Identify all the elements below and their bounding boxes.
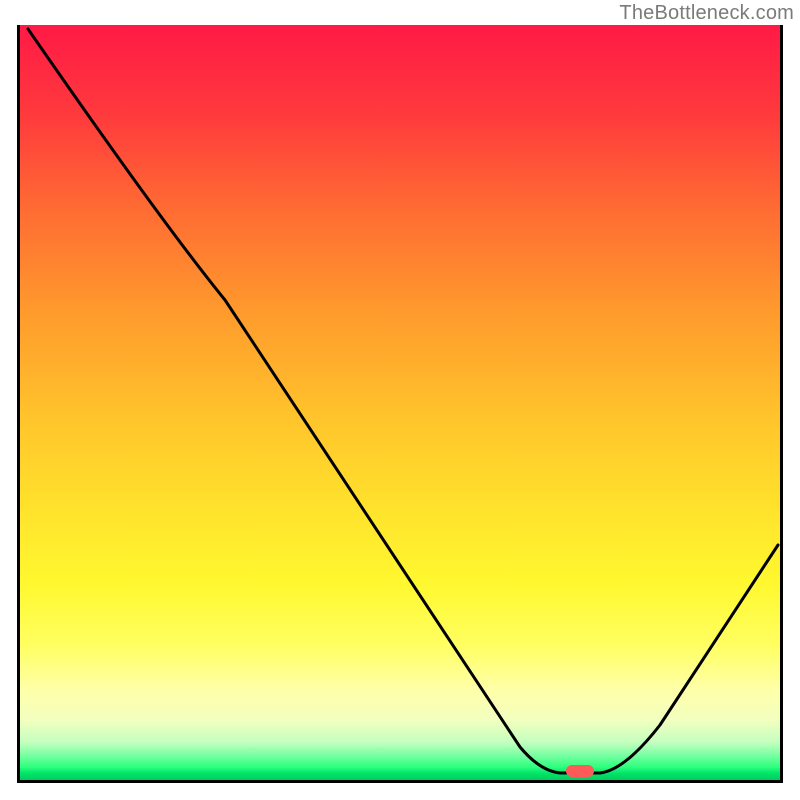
bottleneck-curve <box>28 29 778 773</box>
plot-area <box>17 25 783 783</box>
optimal-marker <box>566 765 594 777</box>
watermark-text: TheBottleneck.com <box>619 2 794 25</box>
chart-container: TheBottleneck.com <box>0 0 800 800</box>
line-chart <box>20 25 780 780</box>
